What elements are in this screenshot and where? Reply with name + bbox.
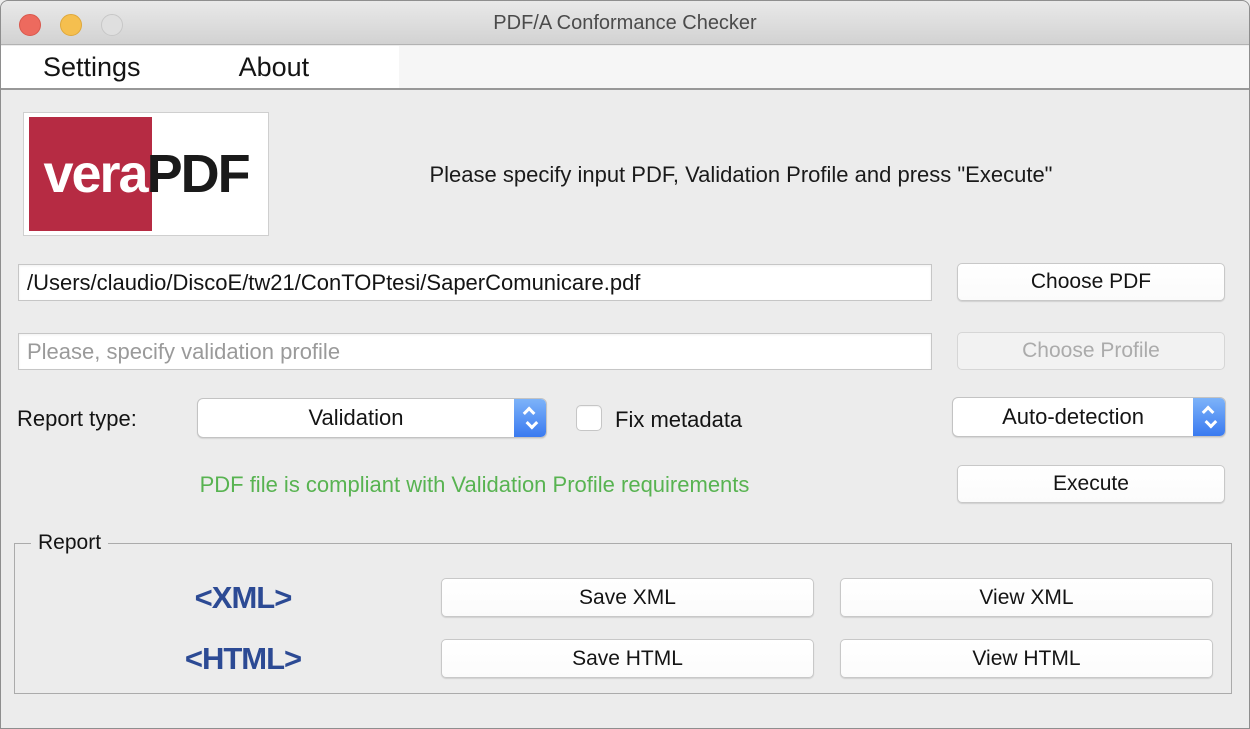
save-html-button[interactable]: Save HTML — [441, 639, 814, 678]
report-type-selected-value: Validation — [198, 405, 514, 431]
window-title: PDF/A Conformance Checker — [1, 1, 1249, 45]
flavour-dropdown[interactable]: Auto-detection — [952, 397, 1226, 437]
validation-profile-input[interactable] — [18, 333, 932, 370]
instruction-text: Please specify input PDF, Validation Pro… — [291, 162, 1191, 188]
choose-pdf-button[interactable]: Choose PDF — [957, 263, 1225, 301]
flavour-selected-value: Auto-detection — [953, 404, 1193, 430]
menu-about[interactable]: About — [239, 52, 310, 83]
view-xml-button[interactable]: View XML — [840, 578, 1213, 617]
menu-settings[interactable]: Settings — [43, 52, 141, 83]
menu-strip: Settings About — [1, 46, 399, 88]
xml-format-label: <XML> — [163, 580, 323, 616]
choose-profile-button: Choose Profile — [957, 332, 1225, 370]
execute-button[interactable]: Execute — [957, 465, 1225, 503]
pdf-path-input[interactable] — [18, 264, 932, 301]
verapdf-logo: veraPDF — [23, 112, 269, 236]
dropdown-stepper-icon — [514, 399, 546, 437]
dropdown-stepper-icon — [1193, 398, 1225, 436]
logo-text: veraPDF — [24, 113, 268, 235]
report-group: Report <XML> <HTML> Save XML View XML Sa… — [14, 543, 1232, 694]
html-format-label: <HTML> — [163, 641, 323, 677]
logo-text-pdf: PDF — [147, 147, 249, 201]
chevron-down-icon — [1204, 416, 1217, 429]
compliance-status-text: PDF file is compliant with Validation Pr… — [1, 472, 948, 498]
report-group-legend: Report — [31, 531, 108, 555]
menu-bar: Settings About — [1, 46, 1249, 90]
logo-text-vera: vera — [43, 147, 146, 201]
report-type-label: Report type: — [17, 406, 137, 432]
title-bar: PDF/A Conformance Checker — [1, 1, 1249, 45]
fix-metadata-checkbox[interactable] — [576, 405, 602, 431]
fix-metadata-label: Fix metadata — [615, 407, 742, 433]
save-xml-button[interactable]: Save XML — [441, 578, 814, 617]
view-html-button[interactable]: View HTML — [840, 639, 1213, 678]
app-window: PDF/A Conformance Checker Settings About… — [0, 0, 1250, 729]
chevron-down-icon — [525, 417, 538, 430]
report-type-dropdown[interactable]: Validation — [197, 398, 547, 438]
